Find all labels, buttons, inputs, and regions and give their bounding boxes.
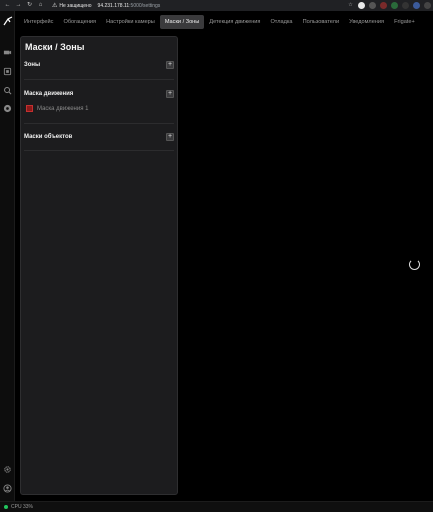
security-warning[interactable]: ⚠ Не защищено <box>52 2 92 10</box>
explore-icon[interactable] <box>3 100 12 113</box>
app-sidebar <box>0 11 15 501</box>
add-zone-button[interactable]: + <box>166 61 174 69</box>
extension-icon[interactable] <box>380 2 387 9</box>
address-bar[interactable]: ⚠ Не защищено 94.231.178.11:5000/setting… <box>52 1 160 10</box>
divider <box>24 150 174 151</box>
motion-masks-heading: Маска движения <box>24 91 74 97</box>
status-bar: CPU 33% <box>0 501 433 512</box>
object-masks-section: Маски объектов + <box>21 132 177 156</box>
review-icon[interactable] <box>3 63 12 76</box>
video-camera-icon[interactable] <box>3 44 12 55</box>
motion-mask-label: Маска движения 1 <box>37 105 89 112</box>
url-path: :5000/settings <box>129 2 161 9</box>
tab-users[interactable]: Пользователи <box>298 15 345 29</box>
warning-icon: ⚠ <box>52 3 58 9</box>
extensions-area: ☆ <box>347 0 431 11</box>
back-icon[interactable]: ← <box>2 0 13 11</box>
zones-heading: Зоны <box>24 62 41 68</box>
security-label: Не защищено <box>59 2 92 9</box>
add-object-mask-button[interactable]: + <box>166 133 174 141</box>
tab-camera-settings[interactable]: Настройки камеры <box>101 15 160 29</box>
tab-debug[interactable]: Отладка <box>265 15 297 29</box>
zones-section: Зоны + <box>21 59 177 83</box>
add-motion-mask-button[interactable]: + <box>166 90 174 98</box>
tab-masks-zones[interactable]: Маски / Зоны <box>159 15 205 29</box>
tab-notifications[interactable]: Уведомления <box>344 15 389 29</box>
divider <box>24 123 174 124</box>
forward-icon[interactable]: → <box>13 0 24 11</box>
reload-icon[interactable]: ↻ <box>24 0 35 11</box>
browser-toolbar: ← → ↻ ⌂ ⚠ Не защищено 94.231.178.11:5000… <box>0 0 433 11</box>
camera-preview-area <box>180 33 433 501</box>
url-host: 94.231.178.11 <box>97 2 130 9</box>
tab-frigate-plus[interactable]: Frigate+ <box>389 15 420 29</box>
extension-icon[interactable] <box>413 2 420 9</box>
tab-motion-tuner[interactable]: Детекция движения <box>204 15 265 29</box>
extension-icon[interactable] <box>424 2 431 9</box>
loading-spinner-icon <box>409 259 420 270</box>
frigate-logo-icon[interactable] <box>2 16 13 27</box>
mask-color-swatch <box>26 105 33 112</box>
bookmark-star-icon[interactable]: ☆ <box>347 2 354 9</box>
account-icon[interactable] <box>3 480 12 493</box>
url-text[interactable]: 94.231.178.11:5000/settings <box>98 3 161 9</box>
status-dot-icon <box>4 505 8 509</box>
extension-icon[interactable] <box>391 2 398 9</box>
extension-icon[interactable] <box>358 2 365 9</box>
object-masks-heading: Маски объектов <box>24 134 73 140</box>
browser-nav: ← → ↻ ⌂ <box>0 0 46 11</box>
settings-gear-icon[interactable] <box>3 461 12 473</box>
page-title: Маски / Зоны <box>25 42 85 52</box>
search-icon[interactable] <box>3 82 12 95</box>
home-icon[interactable]: ⌂ <box>35 0 46 11</box>
tab-enrichments[interactable]: Обогащения <box>58 15 101 29</box>
motion-mask-item[interactable]: Маска движения 1 <box>26 105 88 112</box>
settings-tabs: Интерфейс Обогащения Настройки камеры Ма… <box>15 11 433 33</box>
extension-icon[interactable] <box>402 2 409 9</box>
masks-zones-panel: Маски / Зоны Зоны + Маска движения + Мас… <box>20 36 178 495</box>
divider <box>24 79 174 80</box>
motion-masks-section: Маска движения + Маска движения 1 <box>21 88 177 128</box>
extension-icon[interactable] <box>369 2 376 9</box>
tab-interface[interactable]: Интерфейс <box>19 15 58 29</box>
cpu-usage: CPU 33% <box>11 504 33 510</box>
